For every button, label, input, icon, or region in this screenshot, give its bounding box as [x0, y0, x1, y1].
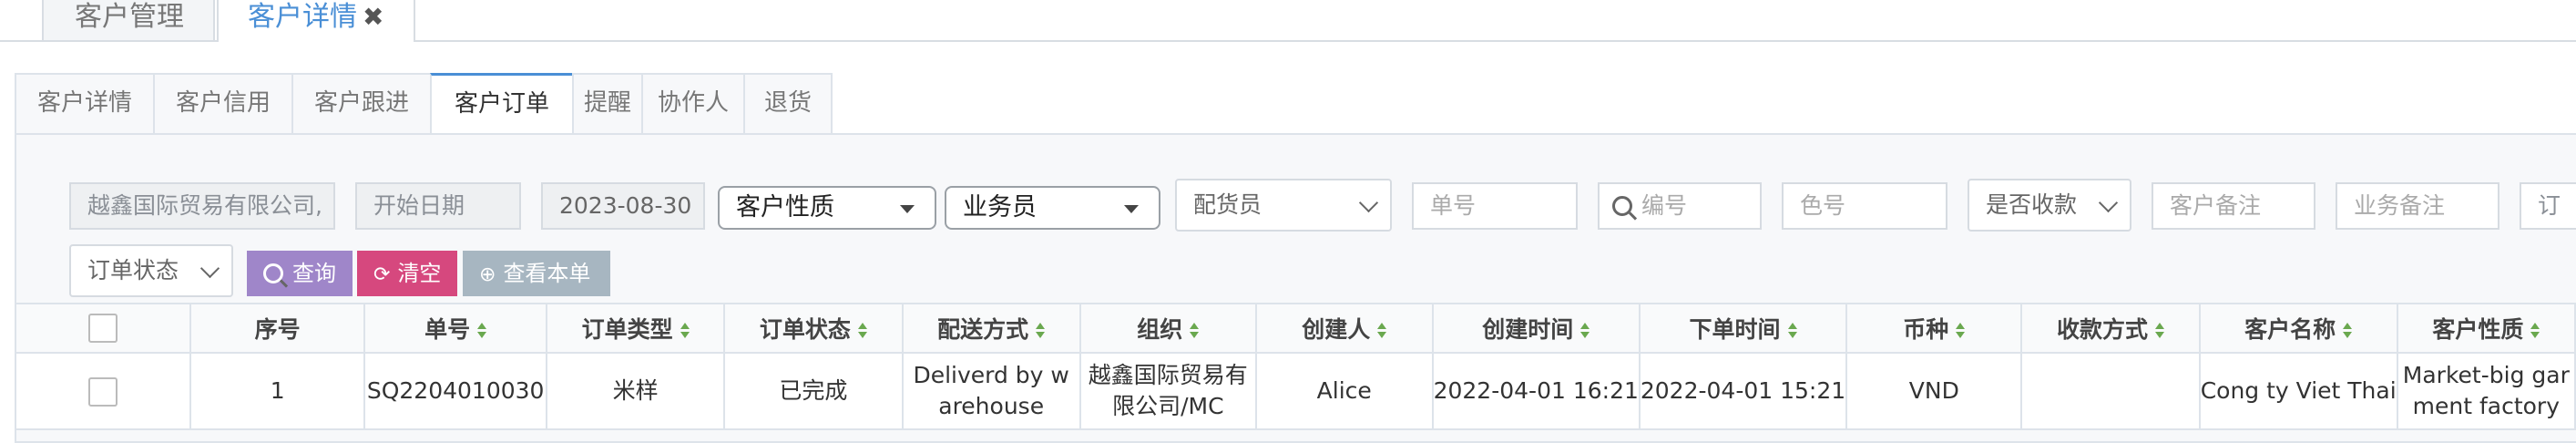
sort-icon[interactable] — [680, 323, 690, 339]
zoom-icon: ⊕ — [479, 263, 496, 286]
salesperson-select[interactable]: 业务员 — [945, 186, 1160, 230]
tab-collaborators[interactable]: 协作人 — [641, 73, 745, 133]
sort-icon[interactable] — [1787, 323, 1797, 339]
tab-customer-followup[interactable]: 客户跟进 — [291, 73, 432, 133]
cell-delivery: Deliverd by warehouse — [901, 352, 1081, 430]
row-select-cell — [14, 352, 192, 430]
table-header-row: 序号 单号 订单类型 订单状态 配送方式 组织 创建人 创建时间 下单时间 币种… — [14, 303, 2576, 354]
col-header-created[interactable]: 创建时间 — [1431, 303, 1641, 354]
tab-customer-orders[interactable]: 客户订单 — [430, 73, 574, 135]
col-header-org[interactable]: 组织 — [1078, 303, 1257, 354]
order-date-field[interactable]: 订 — [2520, 182, 2576, 230]
query-label: 查询 — [292, 261, 336, 286]
cell-ordered: 2022-04-01 15:21 — [1638, 352, 1848, 430]
cell-currency: VND — [1845, 352, 2023, 430]
view-label: 查看本单 — [503, 261, 591, 286]
sort-icon[interactable] — [857, 323, 867, 339]
search-icon — [1612, 196, 1632, 216]
sort-icon[interactable] — [2530, 323, 2540, 339]
page-tab-bar: 客户管理 客户详情 ✖ — [0, 0, 2576, 42]
customer-field[interactable]: 越鑫国际贸易有限公司, — [69, 182, 335, 230]
col-header-creator[interactable]: 创建人 — [1254, 303, 1434, 354]
table-row[interactable]: 1 SQ2204010030 米样 已完成 Deliverd by wareho… — [14, 352, 2576, 430]
end-date-field[interactable]: 2023-08-30 — [541, 182, 705, 230]
chevron-down-icon — [199, 258, 220, 279]
customer-type-value: 客户性质 — [736, 193, 834, 222]
col-header-payment[interactable]: 收款方式 — [2020, 303, 2201, 354]
sort-icon[interactable] — [1956, 323, 1966, 339]
col-header-ordered[interactable]: 下单时间 — [1638, 303, 1848, 354]
sort-icon[interactable] — [1580, 323, 1590, 339]
sub-tab-bar: 客户详情 客户信用 客户跟进 客户订单 提醒 协作人 退货 — [15, 73, 2576, 135]
tab-customer-credit[interactable]: 客户信用 — [153, 73, 293, 133]
page-tab-customer-detail[interactable]: 客户详情 ✖ — [217, 0, 415, 42]
cell-order-no: SQ2204010030 — [363, 352, 548, 430]
col-header-order-type[interactable]: 订单类型 — [546, 303, 726, 354]
customer-type-select[interactable]: 客户性质 — [718, 186, 936, 230]
cell-org: 越鑫国际贸易有限公司/MC — [1078, 352, 1257, 430]
sort-icon[interactable] — [1036, 323, 1046, 339]
select-all-checkbox[interactable] — [88, 314, 118, 343]
distributor-select[interactable]: 配货员 — [1175, 179, 1392, 232]
salesperson-value: 业务员 — [963, 193, 1037, 222]
col-header-order-no[interactable]: 单号 — [363, 303, 548, 354]
paid-value: 是否收款 — [1986, 191, 2078, 218]
refresh-icon: ⟳ — [373, 263, 391, 286]
cell-created: 2022-04-01 16:21 — [1431, 352, 1641, 430]
color-no-field[interactable]: 色号 — [1782, 182, 1947, 230]
customer-note-field[interactable]: 客户备注 — [2152, 182, 2315, 230]
sort-icon[interactable] — [1190, 323, 1200, 339]
search-icon — [263, 263, 283, 283]
page-tab-label: 客户管理 — [75, 1, 184, 33]
page-tab-customer-management[interactable]: 客户管理 — [42, 0, 215, 40]
col-header-currency[interactable]: 币种 — [1845, 303, 2023, 354]
caret-down-icon — [900, 205, 915, 213]
cell-creator: Alice — [1254, 352, 1434, 430]
tab-customer-detail[interactable]: 客户详情 — [15, 73, 155, 133]
query-button[interactable]: 查询 — [247, 251, 353, 296]
cell-customer-name: Cong ty Viet Thai — [2198, 352, 2398, 430]
clear-label: 清空 — [397, 261, 442, 286]
order-no-field[interactable]: 单号 — [1412, 182, 1578, 230]
sort-icon[interactable] — [2343, 323, 2353, 339]
select-all-cell — [14, 303, 192, 354]
cell-payment — [2020, 352, 2201, 430]
sort-icon[interactable] — [477, 323, 487, 339]
chevron-down-icon — [1358, 192, 1379, 213]
sort-icon[interactable] — [1377, 323, 1387, 339]
cell-seq: 1 — [189, 352, 366, 430]
page-tab-label: 客户详情 — [248, 1, 357, 33]
distributor-value: 配货员 — [1193, 191, 1262, 218]
row-checkbox[interactable] — [88, 377, 118, 407]
order-status-select[interactable]: 订单状态 — [69, 244, 233, 297]
order-status-value: 订单状态 — [87, 257, 179, 283]
cell-customer-type: Market-big garment factory — [2396, 352, 2576, 430]
view-order-button[interactable]: ⊕ 查看本单 — [463, 251, 610, 296]
col-header-customer-type[interactable]: 客户性质 — [2396, 303, 2576, 354]
code-placeholder: 编号 — [1641, 192, 1688, 219]
tab-reminders[interactable]: 提醒 — [572, 73, 643, 133]
cell-status: 已完成 — [723, 352, 904, 430]
col-header-status[interactable]: 订单状态 — [723, 303, 904, 354]
close-icon[interactable]: ✖ — [363, 2, 383, 32]
tab-returns[interactable]: 退货 — [743, 73, 833, 133]
business-note-field[interactable]: 业务备注 — [2336, 182, 2499, 230]
sort-icon[interactable] — [2155, 323, 2165, 339]
chevron-down-icon — [2098, 192, 2119, 213]
start-date-field[interactable]: 开始日期 — [355, 182, 521, 230]
col-header-seq: 序号 — [189, 303, 366, 354]
col-header-delivery[interactable]: 配送方式 — [901, 303, 1081, 354]
paid-select[interactable]: 是否收款 — [1968, 179, 2131, 232]
code-field[interactable]: 编号 — [1598, 182, 1762, 230]
col-header-customer-name[interactable]: 客户名称 — [2198, 303, 2398, 354]
cell-order-type: 米样 — [546, 352, 726, 430]
clear-button[interactable]: ⟳ 清空 — [357, 251, 457, 296]
caret-down-icon — [1124, 205, 1139, 213]
orders-table: 序号 单号 订单类型 订单状态 配送方式 组织 创建人 创建时间 下单时间 币种… — [14, 303, 2576, 430]
